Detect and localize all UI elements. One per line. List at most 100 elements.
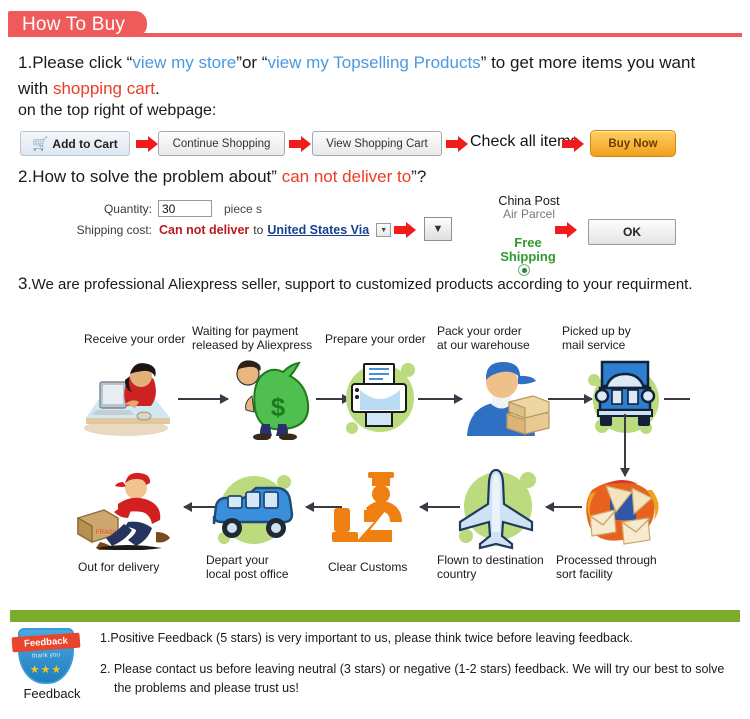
right-arrow-icon-3 xyxy=(446,136,469,152)
flow-label-line2: sort facility xyxy=(556,567,613,581)
page-header: How To Buy xyxy=(0,6,750,40)
running-courier-icon: FRAGILE xyxy=(74,468,180,552)
flow-label-line2: local post office xyxy=(206,567,289,581)
step3-body: .We are professional Aliexpress seller, … xyxy=(27,276,693,293)
chevron-down-icon-small[interactable]: ▼ xyxy=(376,223,392,237)
flow-label-waiting-for-payment: Waiting for payment released by Aliexpre… xyxy=(192,324,314,352)
free-shipping-line2: Shipping xyxy=(500,249,556,264)
step1-text-c: to get more items you want xyxy=(486,53,696,72)
view-shopping-cart-button[interactable]: View Shopping Cart xyxy=(312,131,442,156)
step1-text-b: or xyxy=(241,53,262,72)
continue-shopping-button[interactable]: Continue Shopping xyxy=(158,131,285,156)
shipping-cost-label: Shipping cost: xyxy=(76,223,152,237)
shipping-country-link[interactable]: United States Via xyxy=(267,223,369,237)
flow-label-line1: Picked up by xyxy=(562,324,631,338)
link-view-my-topselling-products[interactable]: view my Topselling Products xyxy=(267,53,480,72)
flow-label-line1: Clear Customs xyxy=(328,560,408,574)
ok-button[interactable]: OK xyxy=(588,219,676,245)
flow-label-line2: released by Aliexpress xyxy=(192,338,313,352)
step2-quote: ” xyxy=(271,167,277,186)
step2-tail: ”? xyxy=(411,167,427,186)
header-tab: How To Buy xyxy=(8,11,148,37)
shopping-cart-icon: 🛒 xyxy=(32,136,49,151)
money-bag-icon: $ xyxy=(226,356,322,441)
feedback-item-2-line1: 2. Please contact us before leaving neut… xyxy=(100,662,725,676)
flow-label-line1: Waiting for payment xyxy=(192,324,299,338)
right-arrow-icon-2 xyxy=(289,136,312,152)
step2-number: 2. xyxy=(18,167,33,186)
quantity-input[interactable] xyxy=(158,200,212,217)
step1-text-d: with xyxy=(18,79,53,98)
feedback-item-2-line2: the problems and please trust us! xyxy=(114,681,299,695)
flow-label-line1: Depart your xyxy=(206,553,269,567)
flow-label-line1: Prepare your order xyxy=(325,332,426,346)
ok-button-label: OK xyxy=(623,225,641,239)
star-rating-icon: ★★★ xyxy=(29,664,63,676)
continue-shopping-label: Continue Shopping xyxy=(172,137,271,150)
feedback-divider-bar xyxy=(10,610,740,622)
customs-officer-icon xyxy=(330,468,416,550)
step1-text: 1.Please click “view my store”or “view m… xyxy=(18,50,742,102)
flow-label-line1: Flown to destination xyxy=(437,553,544,567)
right-arrow-icon-6 xyxy=(555,222,583,238)
flow-label-out-for-delivery: Out for delivery xyxy=(78,560,198,574)
flow-label-line1: Receive your order xyxy=(84,332,186,346)
blue-van-icon xyxy=(206,466,302,552)
flow-label-picked-up-by-mail-service: Picked up by mail service xyxy=(562,324,672,352)
printer-icon xyxy=(336,356,422,438)
step2-text: 2.How to solve the problem about” can no… xyxy=(18,167,426,187)
carrier-name: China Post xyxy=(498,194,560,208)
flow-arrow-down xyxy=(620,414,630,477)
shipping-cost-row: Shipping cost: Can not deliver to United… xyxy=(60,223,392,237)
mail-sorting-icon xyxy=(576,470,668,550)
step3-text: 3.We are professional Aliexpress seller,… xyxy=(18,274,693,294)
shipping-to-word: to xyxy=(253,223,264,237)
flow-label-line1: Processed through xyxy=(556,553,657,567)
quantity-row: Quantity: piece s xyxy=(90,200,262,217)
flow-label-line1: Pack your order xyxy=(437,324,522,338)
free-shipping-line1: Free xyxy=(514,235,542,250)
shipping-status: Can not deliver xyxy=(159,223,250,237)
feedback-caption: Feedback xyxy=(23,686,81,701)
flow-arrow-10-stub xyxy=(556,506,578,508)
add-to-cart-button[interactable]: 🛒 Add to Cart xyxy=(20,131,130,156)
flow-label-processed-through-sort-facility: Processed through sort facility xyxy=(556,553,672,581)
flow-label-clear-customs: Clear Customs xyxy=(328,560,428,574)
svg-text:$: $ xyxy=(271,392,286,422)
right-arrow-icon-1 xyxy=(136,136,159,152)
step1-text-a: Please click xyxy=(32,53,127,72)
link-view-my-store[interactable]: view my store xyxy=(132,53,236,72)
add-to-cart-label: Add to Cart xyxy=(52,136,118,151)
carrier-service: Air Parcel xyxy=(502,207,555,221)
flow-label-prepare-your-order: Prepare your order xyxy=(325,332,435,346)
person-at-computer-icon xyxy=(78,360,178,438)
step1-subline: on the top right of webpage: xyxy=(18,102,217,119)
view-shopping-cart-label: View Shopping Cart xyxy=(326,137,428,150)
buy-now-button[interactable]: Buy Now xyxy=(590,130,676,157)
how-to-buy-page: How To Buy 1.Please click “view my store… xyxy=(0,0,750,719)
flow-label-depart-your-local-post-office: Depart your local post office xyxy=(206,553,316,581)
worker-with-boxes-icon xyxy=(455,354,553,440)
step2-text-a: How to solve the problem about xyxy=(32,167,272,186)
flow-arrow-1 xyxy=(178,394,229,404)
step1-text-e: . xyxy=(155,79,160,98)
flow-label-line2: mail service xyxy=(562,338,626,352)
free-shipping-label: Free Shipping xyxy=(488,236,568,264)
right-arrow-icon-5 xyxy=(394,222,422,238)
buy-now-label: Buy Now xyxy=(608,137,658,150)
checkout-button-row: 🛒 Add to Cart Continue Shopping View Sho… xyxy=(0,130,750,160)
feedback-item-1: 1.Positive Feedback (5 stars) is very im… xyxy=(100,631,633,645)
flow-label-line2: country xyxy=(437,567,477,581)
flow-label-flown-to-destination-country: Flown to destination country xyxy=(437,553,553,581)
shipping-method-dropdown[interactable]: ▼ xyxy=(424,217,452,241)
step2-highlight: can not deliver to xyxy=(281,167,412,186)
shipping-flow-diagram: Receive your order Waiting for payment r… xyxy=(0,310,750,595)
flow-arrow-5-stub xyxy=(664,398,690,400)
page-title: How To Buy xyxy=(22,13,126,35)
flow-label-line2: at our warehouse xyxy=(437,338,530,352)
flow-label-pack-your-order: Pack your order at our warehouse xyxy=(437,324,547,352)
feedback-badge: Feedback thank you ★★★ Feedback xyxy=(11,628,81,701)
airplane-icon xyxy=(450,462,542,552)
feedback-item-2: 2. Please contact us before leaving neut… xyxy=(100,660,736,698)
quantity-unit: piece s xyxy=(224,201,263,216)
